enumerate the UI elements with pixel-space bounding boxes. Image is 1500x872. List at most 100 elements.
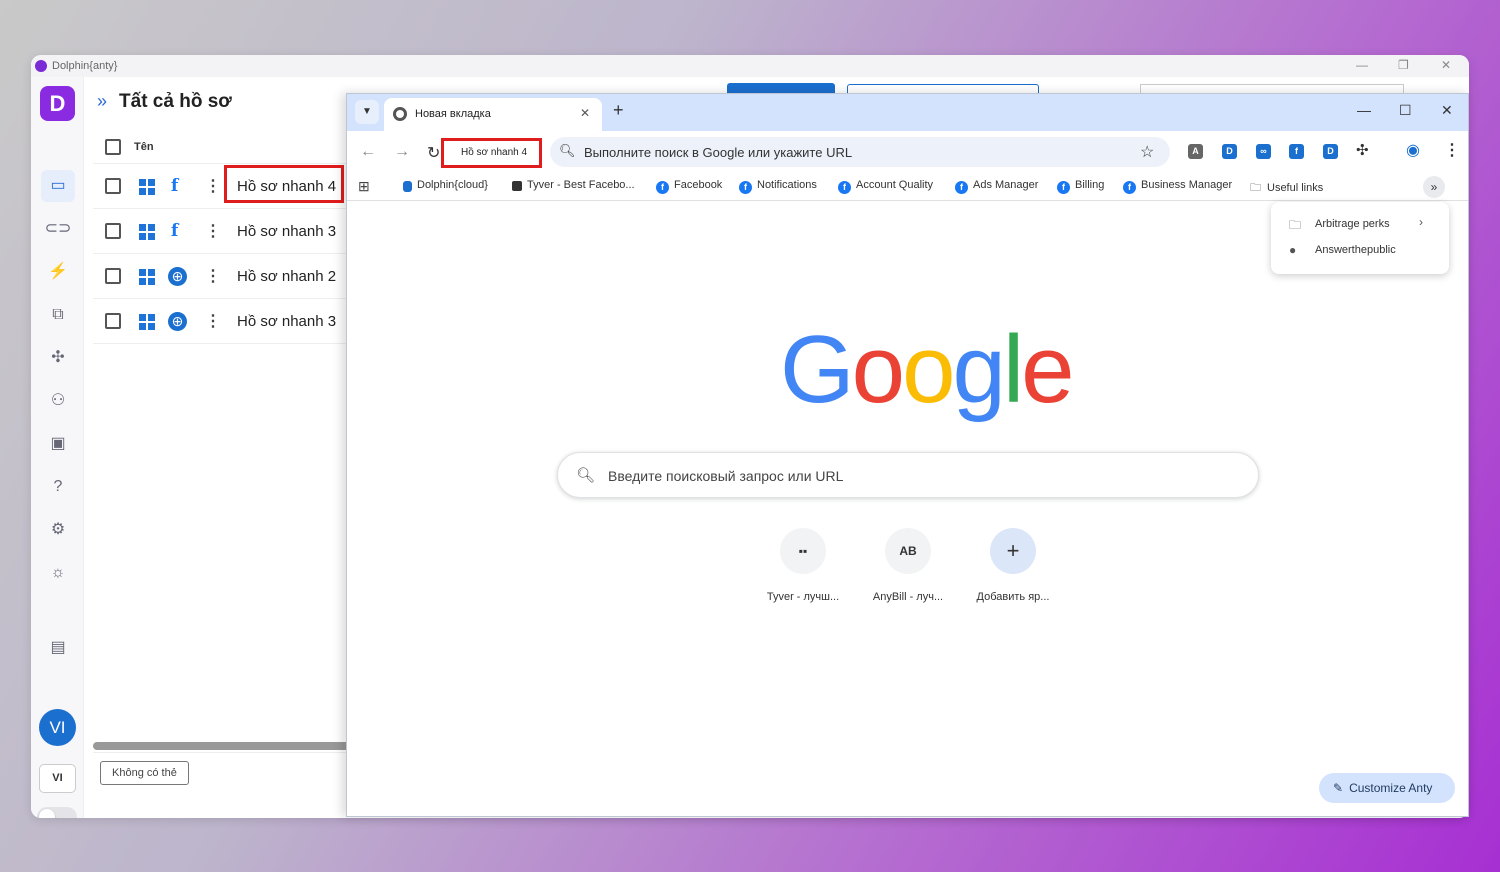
table-row[interactable]: ⊕ ⋮ Hồ sơ nhanh 2 bbox=[93, 254, 353, 299]
idea-icon[interactable]: ☼ bbox=[41, 557, 75, 589]
windows-icon bbox=[139, 179, 155, 195]
extension-a-icon[interactable]: A bbox=[1188, 144, 1203, 159]
bookmark-item[interactable]: f Business Manager bbox=[1123, 179, 1232, 194]
api-icon[interactable]: ▣ bbox=[41, 428, 75, 460]
sidebar: D ▭ ⊂⊃ ⚡ ⧉ ✣ ⚇ ▣ ? ⚙ ☼ ▤ VI VI bbox=[31, 77, 84, 818]
more-icon[interactable]: ⋮ bbox=[205, 221, 221, 241]
windows-icon bbox=[139, 224, 155, 240]
extensions-icon[interactable]: ✣ bbox=[41, 342, 75, 374]
profile-label-box: Hồ sơ nhanh 4 bbox=[441, 138, 542, 168]
facebook-icon: f bbox=[171, 176, 179, 196]
row-checkbox[interactable] bbox=[105, 223, 121, 239]
restore-icon[interactable]: ❐ bbox=[1398, 58, 1409, 72]
shortcut-label: Tyver - лучш... bbox=[766, 591, 840, 603]
copy-icon[interactable]: ⧉ bbox=[41, 299, 75, 331]
shortcut-tile[interactable]: AB AnyBill - луч... bbox=[858, 528, 958, 603]
address-placeholder: Выполните поиск в Google или укажите URL bbox=[584, 145, 853, 160]
bookmark-item[interactable]: f Billing bbox=[1057, 179, 1104, 194]
bookmarks-overflow-icon[interactable]: » bbox=[1423, 176, 1445, 198]
theme-toggle[interactable] bbox=[37, 807, 77, 818]
bookmarks-overflow-menu: 🗀 Arbitrage perks › ● Answerthepublic bbox=[1271, 202, 1449, 274]
title-bar: Dolphin{anty} — ❐ ✕ bbox=[31, 55, 1469, 77]
back-icon[interactable]: ← bbox=[360, 143, 376, 161]
tab-title: Новая вкладка bbox=[415, 108, 491, 120]
help-icon[interactable]: ? bbox=[41, 471, 75, 503]
expand-icon[interactable]: » bbox=[97, 91, 107, 111]
minimize-icon[interactable]: — bbox=[1356, 58, 1368, 72]
bookmarks-bar: ⊞ ​Dolphin{cloud} ​Tyver - Best Facebo..… bbox=[347, 173, 1468, 201]
minimize-icon[interactable]: — bbox=[1357, 102, 1371, 118]
bookmark-item[interactable]: f Facebook bbox=[656, 179, 722, 194]
maximize-icon[interactable]: ☐ bbox=[1399, 102, 1412, 119]
customize-button[interactable]: ✎ Customize Anty bbox=[1319, 773, 1455, 803]
tyver-icon: ▪▪ bbox=[780, 528, 826, 574]
select-all-checkbox[interactable] bbox=[105, 139, 121, 155]
anybill-icon: AB bbox=[885, 528, 931, 574]
dolphin-extension-icon[interactable]: D bbox=[1222, 144, 1237, 159]
close-icon[interactable]: ✕ bbox=[1441, 58, 1451, 72]
menu-item[interactable]: Arbitrage perks bbox=[1315, 218, 1390, 230]
profile-name[interactable]: Hồ sơ nhanh 3 bbox=[237, 223, 336, 240]
folder-icon: 🗀 bbox=[1289, 218, 1302, 232]
shortcut-tile[interactable]: + Добавить яр... bbox=[963, 528, 1063, 603]
bookmark-item[interactable]: ​Tyver - Best Facebo... bbox=[512, 179, 635, 191]
infinity-extension-icon[interactable]: ∞ bbox=[1256, 144, 1271, 159]
table-row[interactable]: ⊕ ⋮ Hồ sơ nhanh 3 bbox=[93, 299, 353, 344]
menu-icon[interactable]: ⋮ bbox=[1444, 140, 1460, 160]
profile-name[interactable]: Hồ sơ nhanh 2 bbox=[237, 268, 336, 285]
table-row[interactable]: f ⋮ Hồ sơ nhanh 3 bbox=[93, 209, 353, 254]
team-icon[interactable]: ⚇ bbox=[41, 385, 75, 417]
globe-icon: ⊕ bbox=[168, 312, 187, 331]
chevron-right-icon: › bbox=[1419, 215, 1423, 229]
dolphin-logo-icon bbox=[35, 60, 47, 72]
row-checkbox[interactable] bbox=[105, 313, 121, 329]
profile-name[interactable]: Hồ sơ nhanh 3 bbox=[237, 313, 336, 330]
bookmark-star-icon[interactable]: ☆ bbox=[1140, 142, 1154, 162]
tab-new-tab[interactable]: Новая вкладка ✕ bbox=[384, 98, 602, 131]
dolphin-extension-icon[interactable]: D bbox=[1323, 144, 1338, 159]
tab-search-icon[interactable]: ▼ bbox=[355, 100, 379, 124]
chrome-icon bbox=[393, 107, 407, 121]
highlight-box bbox=[224, 165, 344, 203]
avatar[interactable]: VI bbox=[39, 709, 76, 746]
page-title: » Tất cả hồ sơ bbox=[97, 91, 232, 112]
facebook-icon: f bbox=[171, 221, 179, 241]
more-icon[interactable]: ⋮ bbox=[205, 311, 221, 331]
windows-icon bbox=[139, 314, 155, 330]
automation-icon[interactable]: ⚡ bbox=[41, 256, 75, 288]
bookmark-item[interactable]: f Account Quality bbox=[838, 179, 933, 194]
settings-icon[interactable]: ⚙ bbox=[41, 514, 75, 546]
primary-button[interactable] bbox=[727, 83, 835, 93]
bookmark-item[interactable]: f Notifications bbox=[739, 179, 817, 194]
row-checkbox[interactable] bbox=[105, 268, 121, 284]
shortcut-tile[interactable]: ▪▪ Tyver - лучш... bbox=[753, 528, 853, 603]
search-box[interactable]: 🔍︎ Введите поисковый запрос или URL bbox=[557, 452, 1259, 498]
language-button[interactable]: VI bbox=[39, 764, 76, 793]
apps-icon[interactable]: ⊞ bbox=[358, 178, 370, 195]
address-bar[interactable]: 🔍︎ Выполните поиск в Google или укажите … bbox=[550, 137, 1170, 167]
profile-icon[interactable]: ◉ bbox=[1406, 140, 1420, 160]
horizontal-scrollbar[interactable] bbox=[93, 742, 353, 750]
more-icon[interactable]: ⋮ bbox=[205, 176, 221, 196]
tab-close-icon[interactable]: ✕ bbox=[580, 106, 590, 120]
wallet-icon[interactable]: ▤ bbox=[41, 632, 75, 664]
puzzle-icon[interactable]: ✣ bbox=[1356, 141, 1369, 159]
more-icon[interactable]: ⋮ bbox=[205, 266, 221, 286]
new-tab-icon[interactable]: + bbox=[613, 100, 624, 121]
extension-icon[interactable]: f bbox=[1289, 144, 1304, 159]
shortcut-label: AnyBill - луч... bbox=[872, 591, 944, 603]
link-icon[interactable]: ⊂⊃ bbox=[41, 213, 75, 245]
browser-window: ▼ Новая вкладка ✕ + — ☐ ✕ ← → ↻ 🔍︎ Выпол… bbox=[346, 93, 1469, 817]
tags-button[interactable]: Không có thẻ bbox=[100, 761, 189, 785]
reload-icon[interactable]: ↻ bbox=[427, 143, 440, 163]
search-icon: 🔍︎ bbox=[559, 143, 576, 158]
app-logo[interactable]: D bbox=[40, 86, 75, 121]
bookmark-item[interactable]: f Ads Manager bbox=[955, 179, 1038, 194]
row-checkbox[interactable] bbox=[105, 178, 121, 194]
menu-item[interactable]: Answerthepublic bbox=[1315, 244, 1396, 256]
bookmark-folder[interactable]: 🗀 Useful links bbox=[1250, 179, 1323, 198]
forward-icon[interactable]: → bbox=[394, 143, 410, 161]
bookmark-item[interactable]: ​Dolphin{cloud} bbox=[403, 179, 488, 192]
profiles-icon[interactable]: ▭ bbox=[41, 170, 75, 202]
close-icon[interactable]: ✕ bbox=[1441, 102, 1453, 119]
